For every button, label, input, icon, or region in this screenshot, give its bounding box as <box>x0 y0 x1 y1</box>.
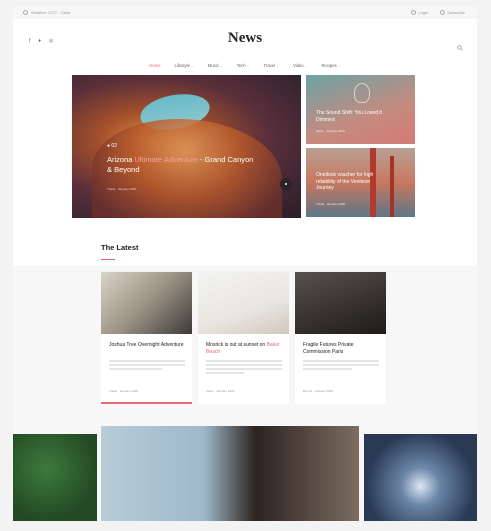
nav-travel-label: Travel <box>263 63 276 68</box>
side-article-1-meta: Music · January 2020 <box>316 129 345 133</box>
lightbulb-image <box>354 83 370 103</box>
hero-meta: Travel · January 2020 <box>107 187 137 191</box>
nav-home[interactable]: Home <box>149 63 160 68</box>
chevron-down-icon: ⌄ <box>246 63 250 68</box>
chevron-down-icon: ⌄ <box>190 63 194 68</box>
chevron-down-icon: ⌄ <box>276 63 279 68</box>
hero-title-highlight: Ultimate Adventure <box>134 155 198 164</box>
chevron-down-icon: ⌄ <box>304 63 308 68</box>
login-link[interactable]: Login <box>411 10 428 15</box>
side-article-1-title[interactable]: The Sound Shift: You Loved it Dimmed <box>316 110 388 123</box>
hero-text: ● 02 Arizona Ultimate Adventure - Grand … <box>107 143 257 191</box>
bridge-tower-image <box>390 156 394 217</box>
nav-lifestyle[interactable]: Lifestyle ⌄ <box>175 63 194 68</box>
hero-play-button[interactable] <box>280 178 292 190</box>
subscribe-label: Subscribe <box>447 10 465 15</box>
article-card-1[interactable]: Joshua Tree Overnight Adventure Travel ·… <box>101 272 192 404</box>
nav-travel[interactable]: Travel ⌄ <box>264 63 279 68</box>
nav-video[interactable]: Video ⌄ <box>293 63 308 68</box>
article-card-2-image <box>198 272 289 334</box>
search-button[interactable] <box>457 38 463 56</box>
bottom-gallery <box>13 426 477 521</box>
article-card-2-meta: Video · January 2020 <box>206 389 235 393</box>
subscribe-link[interactable]: Subscribe <box>440 10 465 15</box>
active-card-underline <box>101 402 192 404</box>
gallery-image-fireworks[interactable] <box>364 434 477 521</box>
page-shell: Weather: 22°C · Clear Login Subscribe f … <box>13 6 477 521</box>
section-title: The Latest <box>101 243 139 252</box>
hero-title-part1: Arizona <box>107 155 135 164</box>
weather-info: Weather: 22°C · Clear <box>23 10 70 15</box>
hero-title[interactable]: Arizona Ultimate Adventure - Grand Canyo… <box>107 155 257 175</box>
user-icon <box>411 10 417 15</box>
utility-bar: Weather: 22°C · Clear Login Subscribe <box>13 6 477 20</box>
search-icon <box>457 45 463 51</box>
side-article-2-title[interactable]: Onetlook voucher for high reliability of… <box>316 172 388 192</box>
nav-tech-label: Tech <box>236 63 246 68</box>
hero-article[interactable]: ● 02 Arizona Ultimate Adventure - Grand … <box>72 75 301 218</box>
nav-music[interactable]: Music ⌄ <box>208 63 223 68</box>
article-card-3-excerpt <box>303 360 379 372</box>
chevron-down-icon: ⌄ <box>337 63 341 68</box>
mail-icon <box>440 10 446 15</box>
gallery-image-plants[interactable] <box>13 434 97 521</box>
article-card-1-image <box>101 272 192 334</box>
login-label: Login <box>418 10 429 15</box>
article-card-1-title[interactable]: Joshua Tree Overnight Adventure <box>109 342 185 349</box>
weather-icon <box>23 10 28 15</box>
article-card-3-title[interactable]: Fragile Futures Private Commission Paris <box>303 342 379 356</box>
article-card-2[interactable]: Mosrick is out at sunset on Baker Beach … <box>198 272 289 404</box>
hero-number-value: 02 <box>111 143 117 149</box>
article-card-1-excerpt <box>109 360 185 372</box>
site-logo[interactable]: News <box>13 30 477 47</box>
side-article-2-meta: Travel · January 2020 <box>316 202 346 206</box>
article-card-3[interactable]: Fragile Futures Private Commission Paris… <box>295 272 386 404</box>
article-card-2-excerpt <box>206 360 282 376</box>
nav-recipes[interactable]: Recipes ⌄ <box>322 63 341 68</box>
hero-number: ● 02 <box>107 143 117 149</box>
nav-home-label: Home <box>149 63 161 68</box>
weather-text: Weather: 22°C · Clear <box>31 10 71 15</box>
nav-tech[interactable]: Tech ⌄ <box>237 63 250 68</box>
side-article-2[interactable]: Onetlook voucher for high reliability of… <box>306 148 415 217</box>
main-nav: Home Lifestyle ⌄ Music ⌄ Tech ⌄ Travel ⌄ Vid… <box>13 63 477 68</box>
article-card-1-meta: Travel · January 2020 <box>109 389 139 393</box>
gallery-image-portrait[interactable] <box>101 426 359 521</box>
nav-music-label: Music <box>207 63 219 68</box>
nav-video-label: Video <box>292 63 304 68</box>
article-card-2-title-text: Mosrick is out at sunset on <box>206 342 267 348</box>
nav-lifestyle-label: Lifestyle <box>174 63 190 68</box>
nav-recipes-label: Recipes <box>321 63 337 68</box>
side-article-1[interactable]: The Sound Shift: You Loved it Dimmed Mus… <box>306 75 415 144</box>
chevron-down-icon: ⌄ <box>219 63 223 68</box>
section-title-underline <box>101 259 115 260</box>
article-card-3-image <box>295 272 386 334</box>
article-card-3-meta: Events · January 2020 <box>303 389 334 393</box>
article-card-2-title[interactable]: Mosrick is out at sunset on Baker Beach <box>206 342 282 356</box>
